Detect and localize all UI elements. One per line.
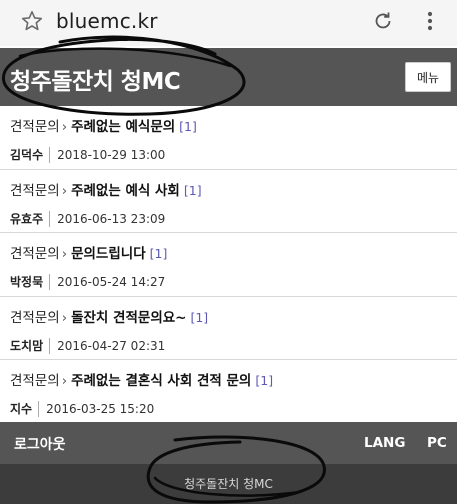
list-item[interactable]: 견적문의 › 주례없는 예식 사회 [1] 유효주 2016-06-13 23:09 [0, 170, 457, 233]
post-meta: 지수 2016-03-25 15:20 [10, 401, 447, 417]
post-title[interactable]: 주례없는 결혼식 사회 견적 문의 [71, 373, 251, 389]
post-date: 2016-05-24 14:27 [57, 275, 166, 289]
post-title[interactable]: 주례없는 예식문의 [71, 119, 175, 135]
logout-link[interactable]: 로그아웃 [14, 434, 66, 454]
reload-icon[interactable] [371, 9, 395, 33]
breadcrumb-separator: › [61, 373, 68, 389]
comment-count: [1] [183, 182, 202, 198]
list-item[interactable]: 견적문의 › 주례없는 결혼식 사회 견적 문의 [1] 지수 2016-03-25 1… [0, 360, 457, 424]
site-header: 청주돌잔치 청MC [0, 48, 457, 106]
post-title-line[interactable]: 견적문의 › 주례없는 예식 사회 [1] [10, 181, 447, 201]
post-title-line[interactable]: 견적문의 › 문의드립니다 [1] [10, 244, 447, 264]
post-meta: 유효주 2016-06-13 23:09 [10, 210, 447, 227]
post-date: 2016-06-13 23:09 [57, 211, 166, 226]
list-item[interactable]: 견적문의 › 문의드립니다 [1] 박정묵 2016-05-24 14:27 [0, 233, 457, 297]
comment-count: [1] [149, 246, 168, 261]
post-title[interactable]: 문의드립니다 [71, 246, 146, 262]
post-list: 견적문의 › 주례없는 예식문의 [1] 김덕수 2018-10-29 13:00 견적… [0, 106, 457, 424]
post-category: 견적문의 [10, 119, 60, 135]
post-author: 도치맘 [10, 337, 51, 354]
post-meta: 박정묵 2016-05-24 14:27 [10, 274, 447, 290]
post-category: 견적문의 [10, 246, 60, 262]
more-vert-icon[interactable] [420, 9, 440, 33]
post-title[interactable]: 돌잔치 견적문의요~ [71, 310, 186, 326]
star-icon[interactable] [20, 9, 44, 33]
url-text[interactable]: bluemc.kr [56, 9, 158, 33]
comment-count: [1] [190, 309, 209, 325]
pc-version-link[interactable]: PC [427, 435, 447, 451]
lang-link[interactable]: LANG [364, 435, 405, 451]
post-title-line[interactable]: 견적문의 › 돌잔치 견적문의요~ [1] [10, 308, 447, 328]
site-title[interactable]: 청주돌잔치 청MC [10, 62, 181, 96]
post-category: 견적문의 [10, 373, 60, 389]
breadcrumb-separator: › [61, 182, 68, 199]
post-date: 2016-03-25 15:20 [46, 402, 155, 416]
post-date: 2016-04-27 02:31 [57, 338, 166, 353]
comment-count: [1] [255, 373, 274, 388]
breadcrumb-separator: › [61, 309, 68, 326]
post-author: 김덕수 [10, 147, 51, 163]
post-category: 견적문의 [10, 182, 60, 199]
breadcrumb-separator: › [61, 246, 68, 262]
post-date: 2018-10-29 13:00 [57, 148, 166, 162]
comment-count: [1] [179, 119, 197, 134]
post-category: 견적문의 [10, 309, 60, 326]
post-author: 박정묵 [10, 274, 51, 290]
list-item[interactable]: 견적문의 › 주례없는 예식문의 [1] 김덕수 2018-10-29 13:00 [0, 106, 457, 170]
copyright-bar: 청주돌잔치 청MC [0, 464, 457, 504]
post-author: 유효주 [10, 210, 51, 227]
list-item[interactable]: 견적문의 › 돌잔치 견적문의요~ [1] 도치맘 2016-04-27 02:31 [0, 297, 457, 360]
breadcrumb-separator: › [61, 119, 68, 135]
footer-nav: 로그아웃 LANG PC [0, 422, 457, 464]
post-title-line[interactable]: 견적문의 › 주례없는 예식문의 [1] [10, 117, 447, 137]
post-title[interactable]: 주례없는 예식 사회 [71, 183, 180, 199]
post-title-line[interactable]: 견적문의 › 주례없는 결혼식 사회 견적 문의 [1] [10, 371, 447, 391]
browser-address-bar: bluemc.kr [0, 0, 457, 46]
post-author: 지수 [10, 401, 40, 417]
menu-button[interactable]: 메뉴 [405, 62, 451, 92]
post-meta: 도치맘 2016-04-27 02:31 [10, 337, 447, 354]
post-meta: 김덕수 2018-10-29 13:00 [10, 147, 447, 163]
copyright-text: 청주돌잔치 청MC [184, 477, 273, 491]
